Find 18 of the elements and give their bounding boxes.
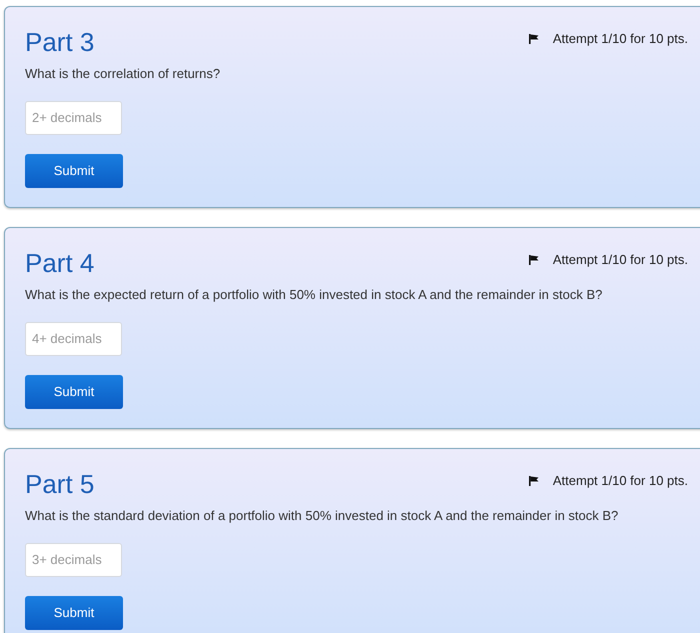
attempt-info: Attempt 1/10 for 10 pts. — [552, 251, 688, 269]
submit-button[interactable]: Submit — [25, 154, 123, 188]
attempt-info: Attempt 1/10 for 10 pts. — [552, 472, 688, 490]
question-text: What is the expected return of a portfolio with 50% invested in stock A and the remainder in stock B? — [25, 286, 604, 304]
submit-button[interactable]: Submit — [25, 596, 123, 630]
part-title: Part 5 — [25, 468, 94, 500]
attempt-info: Attempt 1/10 for 10 pts. — [552, 30, 688, 48]
submit-button[interactable]: Submit — [25, 374, 123, 408]
flag-icon — [528, 34, 539, 44]
part-title: Part 4 — [25, 247, 94, 279]
flag-icon — [528, 254, 539, 265]
part-title: Part 3 — [25, 26, 94, 58]
answer-field[interactable]: 2+ decimals — [25, 100, 122, 134]
answer-field[interactable]: 4+ decimals — [25, 322, 122, 356]
flag-icon — [528, 476, 539, 486]
question-text: What is the standard deviation of a portfolio with 50% invested in stock A and the remainder in stock B? — [25, 507, 620, 525]
answer-field[interactable]: 3+ decimals — [25, 542, 122, 576]
question-text: What is the correlation of returns? — [25, 65, 222, 83]
